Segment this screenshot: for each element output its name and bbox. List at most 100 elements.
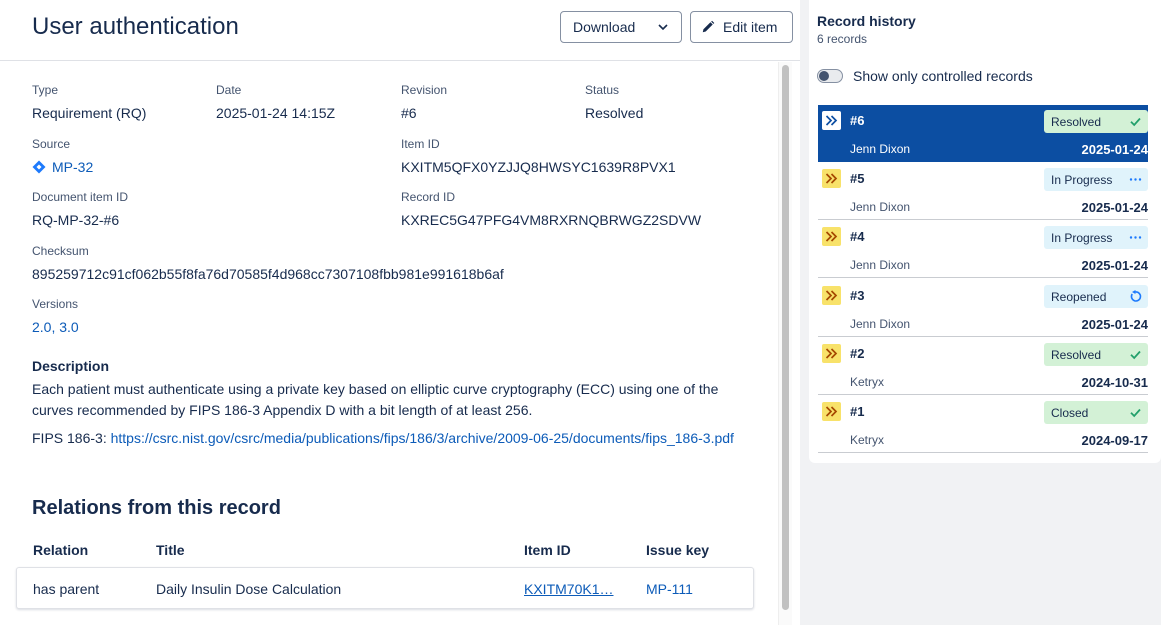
field-date-value: 2025-01-24 14:15Z — [216, 105, 336, 121]
field-revision: Revision #6 — [401, 83, 447, 121]
download-button[interactable]: Download — [560, 11, 682, 43]
record-expand-icon — [822, 402, 841, 421]
chevron-down-icon — [658, 24, 668, 31]
item-id-link[interactable]: KXITM70K1… — [524, 581, 613, 597]
field-item-id-label: Item ID — [401, 137, 440, 151]
record-expand-icon — [822, 169, 841, 188]
field-revision-value: #6 — [401, 105, 417, 121]
record-author: Jenn Dixon — [850, 200, 911, 214]
fips-document-link[interactable]: https://csrc.nist.gov/csrc/media/publica… — [111, 430, 734, 446]
relations-heading: Relations from this record — [32, 497, 281, 519]
source-link[interactable]: MP-32 — [32, 159, 93, 175]
toggle-knob — [819, 71, 829, 81]
field-type-value: Requirement (RQ) — [32, 105, 147, 121]
source-link-text: MP-32 — [52, 159, 94, 175]
version-link-3-0[interactable]: 3.0 — [59, 319, 78, 335]
record-number: #3 — [850, 288, 865, 303]
record-date: 2024-10-31 — [1081, 375, 1149, 390]
status-badge-label: In Progress — [1051, 230, 1113, 245]
record-history-item[interactable]: #1 Closed Ketryx 2024-09-17 — [818, 396, 1148, 453]
record-author: Jenn Dixon — [850, 258, 911, 272]
field-type: Type Requirement (RQ) — [32, 83, 146, 121]
status-badge-label: Resolved — [1051, 347, 1102, 362]
record-number: #6 — [850, 113, 865, 128]
item-detail-panel: User authentication Download Edit item T… — [0, 0, 800, 625]
description-text: Each patient must authenticate using a p… — [32, 381, 719, 418]
record-number: #5 — [850, 171, 865, 186]
field-status-label: Status — [585, 83, 620, 97]
record-author: Jenn Dixon — [850, 317, 911, 331]
check-icon — [1130, 350, 1141, 360]
record-history-card: Record history 6 records Show only contr… — [809, 0, 1161, 463]
field-checksum: Checksum 895259712c91cf062b55f8fa76d7058… — [32, 244, 504, 282]
jira-issue-icon — [32, 160, 46, 174]
record-date: 2025-01-24 — [1081, 200, 1149, 215]
record-author: Ketryx — [850, 433, 885, 447]
status-badge-label: Reopened — [1051, 289, 1107, 304]
record-history-item[interactable]: #3 Reopened Jenn Dixon 2025-01-24 — [818, 280, 1148, 337]
table-row[interactable]: has parent Daily Insulin Dose Calculatio… — [16, 567, 754, 609]
status-badge-label: Resolved — [1051, 114, 1102, 129]
record-expand-icon — [822, 111, 841, 130]
record-history-item[interactable]: #4 In Progress Jenn Dixon 2025-01-24 — [818, 221, 1148, 278]
issue-key-link[interactable]: MP-111 — [646, 581, 693, 597]
field-checksum-value: 895259712c91cf062b55f8fa76d70585f4d968cc… — [32, 266, 504, 282]
field-item-id-value: KXITM5QFX0YZJJQ8HWSYC1639R8PVX1 — [401, 159, 676, 175]
title-cell: Daily Insulin Dose Calculation — [156, 581, 342, 597]
record-history-item[interactable]: #2 Resolved Ketryx 2024-10-31 — [818, 338, 1148, 395]
column-header-item-id: Item ID — [524, 542, 571, 558]
record-expand-icon — [822, 227, 841, 246]
edit-button-label: Edit item — [723, 19, 778, 35]
column-header-relation: Relation — [33, 542, 89, 558]
record-expand-icon — [822, 286, 841, 305]
status-badge-label: In Progress — [1051, 172, 1113, 187]
record-number: #2 — [850, 346, 865, 361]
field-record-id-value: KXREC5G47PFG4VM8RXRNQBRWGZ2SDVW — [401, 212, 702, 228]
field-status-value: Resolved — [585, 105, 644, 121]
download-button-label: Download — [573, 19, 636, 35]
page-title: User authentication — [32, 13, 239, 40]
field-date-label: Date — [216, 83, 242, 97]
record-history-title: Record history — [817, 13, 916, 29]
edit-item-button[interactable]: Edit item — [690, 11, 793, 43]
column-header-title: Title — [156, 542, 185, 558]
field-type-label: Type — [32, 83, 59, 97]
fips-prefix: FIPS 186-3: — [32, 430, 111, 446]
status-badge: Resolved — [1044, 110, 1148, 133]
record-count: 6 records — [817, 32, 868, 46]
field-status: Status Resolved — [585, 83, 643, 121]
field-item-id: Item ID KXITM5QFX0YZJJQ8HWSYC1639R8PVX1 — [401, 137, 676, 175]
check-icon — [1130, 117, 1141, 127]
status-badge: Reopened — [1044, 285, 1148, 308]
field-checksum-label: Checksum — [32, 244, 89, 258]
column-header-issue-key: Issue key — [646, 542, 710, 558]
version-link-2-0[interactable]: 2.0 — [32, 319, 51, 335]
record-author: Ketryx — [850, 375, 885, 389]
field-date: Date 2025-01-24 14:15Z — [216, 83, 335, 121]
field-versions: Versions 2.0, 3.0 — [32, 297, 79, 335]
record-history-item[interactable]: #5 In Progress Jenn Dixon 2025-01-24 — [818, 163, 1148, 220]
record-date: 2025-01-24 — [1081, 258, 1149, 273]
record-number: #1 — [850, 404, 865, 419]
more-dots-icon — [1129, 178, 1142, 181]
record-expand-icon — [822, 344, 841, 363]
record-date: 2024-09-17 — [1081, 433, 1149, 448]
scrollbar-thumb[interactable] — [782, 65, 789, 610]
controlled-records-toggle-label: Show only controlled records — [853, 68, 1033, 84]
record-history-panel: Record history 6 records Show only contr… — [800, 0, 1161, 625]
controlled-records-toggle[interactable] — [817, 69, 843, 83]
record-history-item[interactable]: #6 Resolved Jenn Dixon 2025-01-24 — [818, 105, 1148, 162]
reopen-icon — [1130, 290, 1142, 302]
check-icon — [1130, 408, 1141, 418]
more-dots-icon — [1129, 236, 1142, 239]
content-scrollbar[interactable] — [778, 62, 792, 625]
field-document-item-id: Document item ID RQ-MP-32-#6 — [32, 190, 128, 228]
record-author: Jenn Dixon — [850, 142, 911, 156]
item-header: User authentication Download Edit item — [0, 0, 800, 61]
status-badge-label: Closed — [1051, 405, 1089, 420]
record-date: 2025-01-24 — [1081, 317, 1149, 332]
field-source-label: Source — [32, 137, 71, 151]
record-number: #4 — [850, 229, 865, 244]
pencil-icon — [702, 20, 715, 33]
relation-cell: has parent — [33, 581, 100, 597]
